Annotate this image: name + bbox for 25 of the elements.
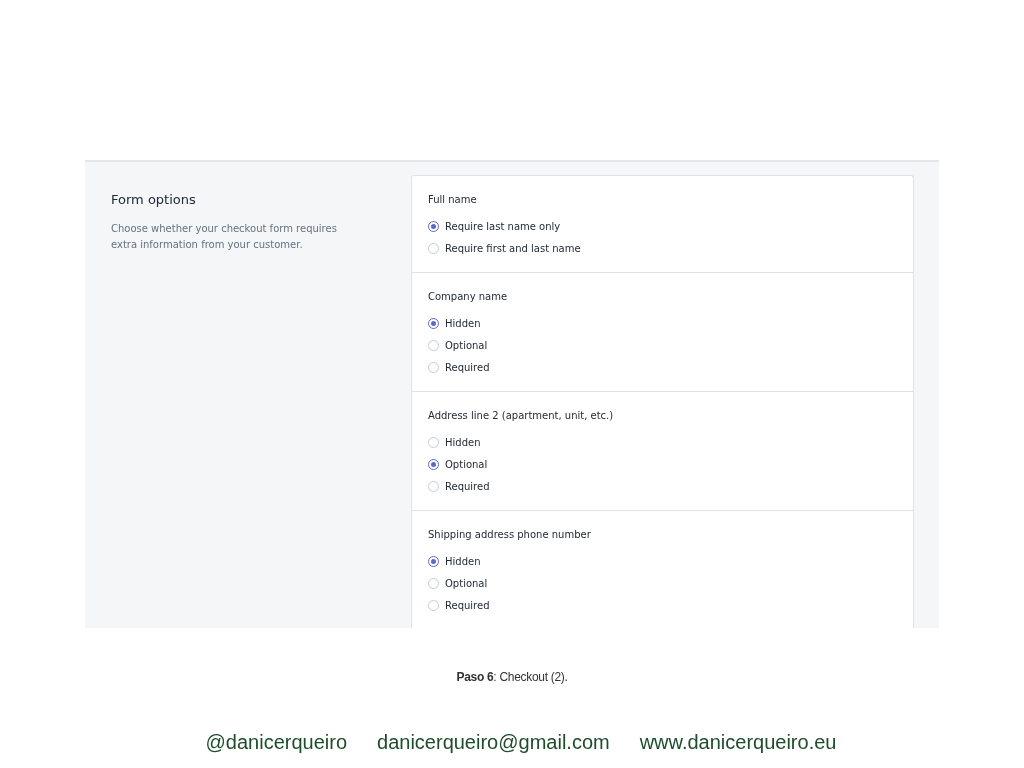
field-label: Company name [428, 290, 509, 304]
radio-label[interactable]: Hidden [445, 555, 481, 567]
radio-label[interactable]: Required [445, 361, 490, 373]
radio-button[interactable] [428, 220, 439, 232]
field-label: Shipping address phone number [428, 528, 592, 542]
section-title: Form options [111, 192, 197, 207]
radio-label[interactable]: Require last name only [445, 220, 561, 232]
field-label: Full name [428, 193, 478, 207]
radio-label[interactable]: Required [445, 599, 490, 611]
contact-text: @danicerqueiro [205, 731, 348, 754]
radio-label[interactable]: Optional [445, 458, 488, 470]
section-description: Choose whether your checkout form requires extra information from your customer. [111, 222, 338, 252]
contact-text: www.danicerqueiro.eu [639, 731, 837, 754]
radio-label[interactable]: Hidden [445, 436, 481, 448]
contact-text: danicerqueiro@gmail.com [377, 731, 610, 754]
radio-label[interactable]: Optional [445, 577, 488, 589]
radio-button[interactable] [428, 555, 439, 567]
slide-caption: Paso 6: Checkout (2). [455, 670, 569, 684]
radio-button[interactable] [428, 317, 439, 329]
radio-label[interactable]: Hidden [445, 317, 481, 329]
radio-button[interactable] [428, 458, 439, 470]
radio-label[interactable]: Require first and last name [445, 242, 581, 254]
radio-label[interactable]: Optional [445, 339, 488, 351]
field-label: Address line 2 (apartment, unit, etc.) [428, 409, 615, 423]
radio-label[interactable]: Required [445, 480, 490, 492]
